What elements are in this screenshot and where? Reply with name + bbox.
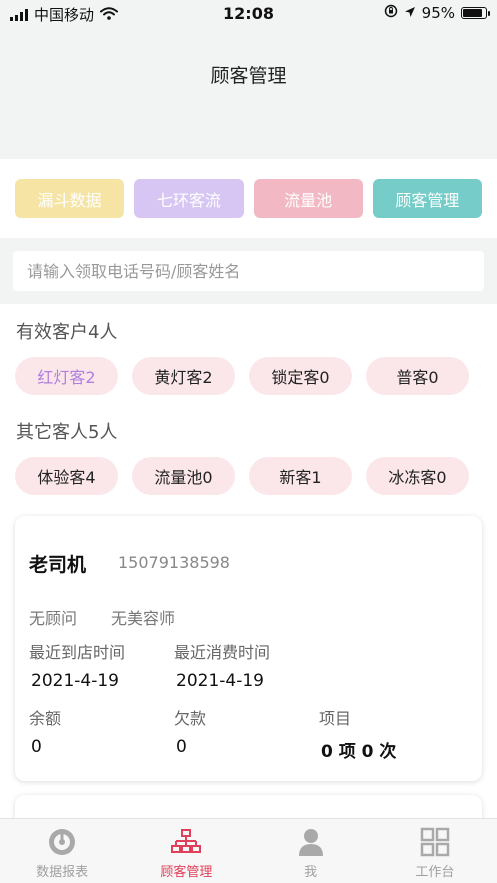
search-area [0,238,497,304]
beautician-label: 无美容师 [111,609,176,628]
tab-traffic-pool[interactable]: 流量池 [253,179,363,218]
balance-label: 余额 [29,709,62,728]
pill-regular[interactable]: 普客0 [366,357,469,395]
items-label: 项目 [319,709,352,728]
debt-value: 0 [176,737,187,757]
pill-trial[interactable]: 体验客4 [15,457,118,495]
tabbar-item-me[interactable]: 我 [249,819,373,883]
location-icon [404,4,416,22]
tabbar-label-customer-management: 顾客管理 [160,865,213,880]
search-input[interactable] [13,251,484,291]
last-visit-label: 最近到店时间 [29,643,126,662]
customer-name: 老司机 [29,554,87,576]
last-spend-value: 2021-4-19 [176,671,264,691]
bottom-tab-bar: 数据报表 顾客管理 我 工作台 [0,818,497,883]
debt-label: 欠款 [174,709,207,728]
pill-yellow-light[interactable]: 黄灯客2 [132,357,235,395]
tabbar-item-customer-management[interactable]: 顾客管理 [124,819,248,883]
org-chart-icon [170,827,202,857]
customer-phone: 15079138598 [118,553,230,572]
tabbar-label-workbench: 工作台 [415,865,455,880]
tab-customer-management[interactable]: 顾客管理 [372,179,482,218]
orientation-lock-icon [384,4,398,22]
chart-gauge-icon [46,827,78,857]
tab-seven-ring-traffic[interactable]: 七环客流 [134,179,244,218]
pill-frozen[interactable]: 冰冻客0 [366,457,469,495]
pill-locked[interactable]: 锁定客0 [249,357,352,395]
status-bar: 中国移动 12:08 95% [0,0,497,28]
other-customers-title: 其它客人5人 [16,422,118,443]
consultant-label: 无顾问 [29,609,78,628]
battery-percent: 95% [421,4,455,22]
tabbar-label-me: 我 [304,865,318,880]
nav-header: 顾客管理 [0,28,497,159]
pill-red-light[interactable]: 红灯客2 [15,357,118,395]
tab-funnel-data[interactable]: 漏斗数据 [15,179,125,218]
tabbar-item-data-report[interactable]: 数据报表 [0,819,124,883]
pill-new[interactable]: 新客1 [249,457,352,495]
battery-fill [463,9,482,17]
status-right: 95% [384,4,490,22]
balance-value: 0 [31,737,42,757]
page-title: 顾客管理 [210,65,287,87]
battery-icon [461,7,490,19]
other-filter-pills: 体验客4 流量池0 新客1 冰冻客0 [15,457,482,495]
customer-card[interactable]: 老司机 15079138598 无顾问 无美容师 最近到店时间 最近消费时间 2… [15,516,482,781]
top-tabs: 漏斗数据 七环客流 流量池 顾客管理 [15,179,482,218]
user-icon [295,827,327,857]
last-spend-label: 最近消费时间 [174,643,271,662]
pill-traffic-pool[interactable]: 流量池0 [132,457,235,495]
effective-customers-title: 有效客户4人 [16,322,118,343]
grid-icon [419,827,451,857]
items-value: 0 项 0 次 [321,742,397,762]
last-visit-value: 2021-4-19 [31,671,119,691]
tabbar-item-workbench[interactable]: 工作台 [373,819,497,883]
tabbar-label-data-report: 数据报表 [36,865,89,880]
effective-filter-pills: 红灯客2 黄灯客2 锁定客0 普客0 [15,357,482,395]
